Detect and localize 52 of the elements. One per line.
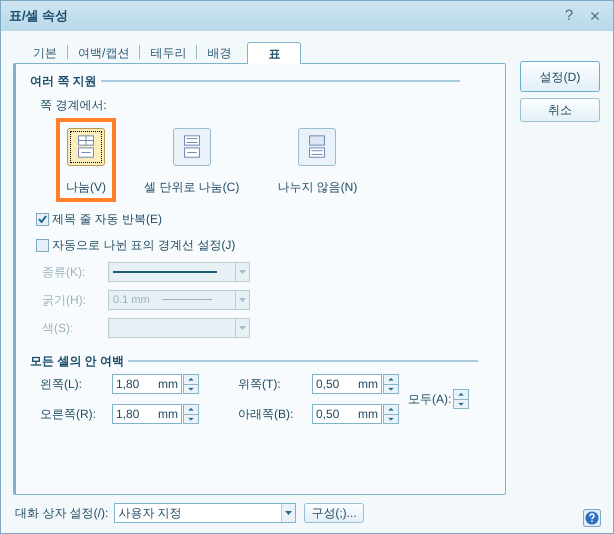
- field-label: 위쪽(T):: [237, 376, 282, 393]
- window-title: 표/셀 속성: [9, 7, 68, 26]
- check-icon: [38, 215, 47, 223]
- option-label: 나눔(V): [66, 179, 106, 196]
- tab[interactable]: 테두리: [140, 43, 196, 63]
- number-field[interactable]: 1,80 mm: [112, 404, 182, 424]
- caret-icon: [285, 511, 292, 515]
- page-split-option[interactable]: 셀 단위로 나눔(C): [134, 118, 250, 202]
- caret-icon: [239, 270, 246, 274]
- tab[interactable]: 배경: [197, 43, 242, 63]
- help-button[interactable]: ?: [559, 4, 579, 28]
- checkbox[interactable]: [36, 238, 49, 252]
- tab[interactable]: 표: [247, 42, 302, 64]
- number-field[interactable]: 0,50 mm: [312, 404, 382, 424]
- number-field[interactable]: 1,80 mm: [112, 374, 182, 394]
- section-heading: 모든 셀의 안 여백: [30, 353, 124, 370]
- tab[interactable]: 여백/캡션: [68, 43, 140, 63]
- page-split-option[interactable]: 나눔(V): [56, 118, 116, 202]
- caret-icon: [239, 326, 246, 330]
- section-heading: 여러 쪽 지원: [30, 73, 97, 90]
- dropdown-field[interactable]: 사용자 지정: [114, 503, 296, 523]
- page-split-option[interactable]: 나누지 않음(N): [267, 118, 368, 202]
- field-label: 오른쪽(R):: [40, 406, 97, 423]
- line-thickness-icon: [162, 299, 212, 301]
- number-field[interactable]: 0,50 mm: [312, 374, 382, 394]
- spinner[interactable]: [183, 404, 199, 424]
- field-label: 대화 상자 설정(/):: [15, 505, 108, 522]
- caret-icon: [239, 298, 246, 302]
- help-icon[interactable]: [583, 509, 601, 527]
- field-label: 모두(A):: [408, 391, 452, 408]
- dialog-button[interactable]: 설정(D): [520, 61, 600, 92]
- configure-button[interactable]: 구성(;)...: [304, 503, 364, 523]
- option-label: 나누지 않음(N): [277, 179, 358, 196]
- checkbox[interactable]: [36, 212, 49, 226]
- field-label: 아래쪽(B):: [237, 406, 294, 423]
- line-style-icon: [113, 270, 217, 274]
- thickness-value: 0.1 mm: [113, 292, 150, 308]
- field-label: 왼쪽(L):: [40, 376, 83, 393]
- option-label: 셀 단위로 나눔(C): [144, 179, 240, 196]
- spinner[interactable]: [453, 389, 470, 409]
- spinner[interactable]: [183, 374, 199, 394]
- field-label: 종류(K):: [41, 264, 86, 281]
- close-button[interactable]: ×: [585, 2, 605, 30]
- dialog-button[interactable]: 취소: [520, 98, 600, 122]
- field-label: 굵기(H):: [41, 292, 87, 309]
- checkbox-label: 제목 줄 자동 반복(E): [52, 211, 162, 228]
- tab[interactable]: 기본: [23, 43, 67, 63]
- checkbox-label: 자동으로 나뉜 표의 경계선 설정(J): [52, 237, 236, 254]
- section-label: 쪽 경계에서:: [40, 97, 108, 114]
- spinner[interactable]: [383, 374, 399, 394]
- field-label: 색(S):: [41, 320, 74, 337]
- spinner[interactable]: [383, 404, 399, 424]
